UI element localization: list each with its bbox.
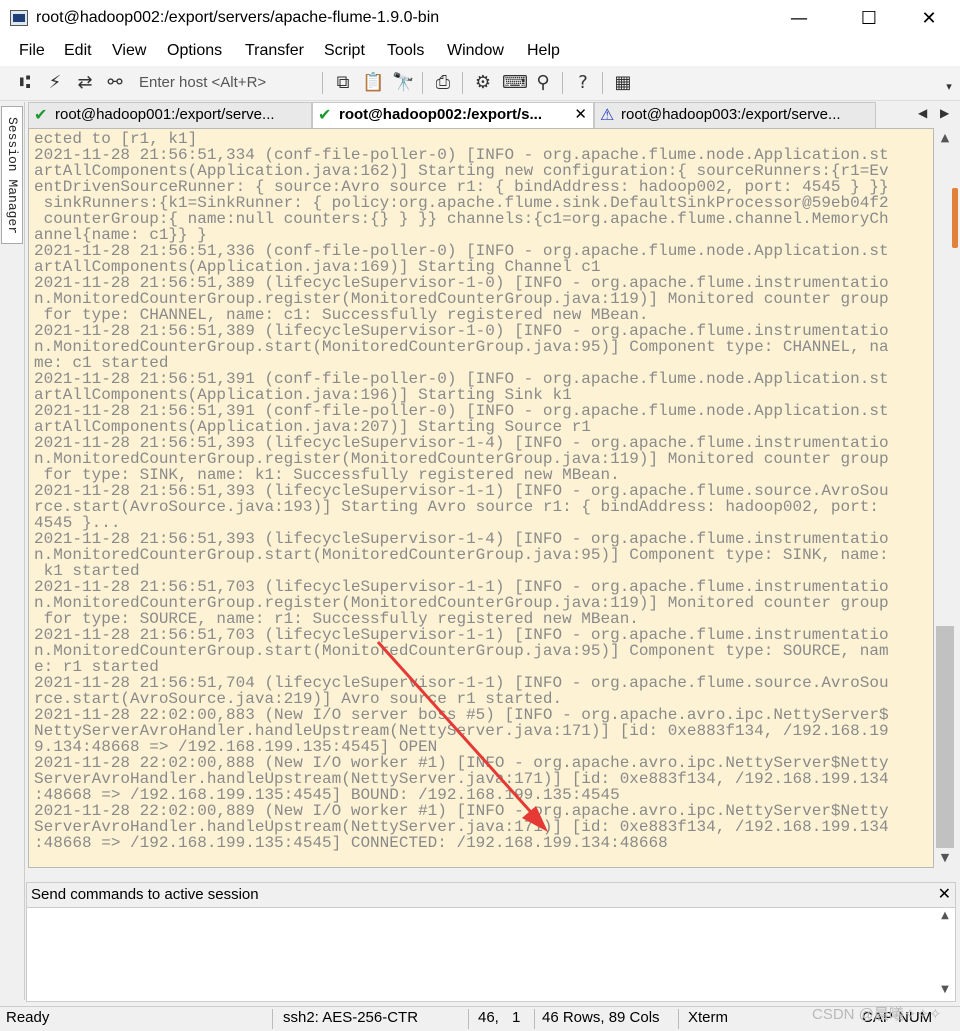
- close-window-button[interactable]: ✕: [906, 0, 952, 38]
- toolbar-separator: [602, 72, 603, 94]
- tab-next-icon[interactable]: ▶: [940, 106, 949, 120]
- tab-label: root@hadoop001:/export/serve...: [55, 106, 275, 123]
- command-input[interactable]: ▲ ▼: [26, 908, 956, 1002]
- tab-label: root@hadoop002:/export/s...: [339, 106, 542, 123]
- status-divider: [534, 1009, 535, 1029]
- tab-prev-icon[interactable]: ◀: [918, 106, 927, 120]
- terminal-line: n.MonitoredCounterGroup.start(MonitoredC…: [34, 546, 889, 564]
- tab-hadoop002[interactable]: ✔ root@hadoop002:/export/s... ✕: [312, 102, 594, 129]
- menu-tools[interactable]: Tools: [387, 42, 424, 60]
- toolbar-separator: [422, 72, 423, 94]
- scroll-up-icon[interactable]: ▲: [937, 910, 953, 921]
- status-emulation: Xterm: [688, 1009, 729, 1026]
- session-tabs: ✔ root@hadoop001:/export/serve... ✔ root…: [26, 102, 960, 129]
- status-divider: [468, 1009, 469, 1029]
- menu-options[interactable]: Options: [167, 42, 222, 60]
- help-icon[interactable]: ?: [572, 72, 594, 94]
- close-tab-icon[interactable]: ✕: [574, 105, 587, 123]
- tab-label: root@hadoop003:/export/serve...: [621, 106, 841, 123]
- copy-icon[interactable]: ⧉: [332, 72, 354, 94]
- session-manager-label: Session Manager: [5, 117, 20, 235]
- connected-check-icon: ✔: [318, 105, 332, 124]
- command-window-header: Send commands to active session ✕: [26, 882, 956, 908]
- enter-host-field[interactable]: Enter host <Alt+R>: [139, 74, 266, 91]
- settings-icon[interactable]: ⚙: [472, 72, 494, 94]
- status-size: 46 Rows, 89 Cols: [542, 1009, 660, 1026]
- minimize-button[interactable]: —: [776, 0, 822, 38]
- menu-help[interactable]: Help: [527, 42, 560, 60]
- securecrt-app-icon: [10, 10, 28, 26]
- terminal-line: rce.start(AvroSource.java:193)] Starting…: [34, 498, 879, 516]
- watermark: CSDN @晨曦✧✧✧: [812, 1006, 942, 1023]
- connect-icon[interactable]: ⑆: [14, 72, 36, 94]
- disconnect-icon[interactable]: ⚯: [104, 72, 126, 94]
- session-manager-sidebar: Session Manager: [0, 102, 25, 1000]
- warning-icon: ⚠: [600, 105, 615, 124]
- status-ready: Ready: [6, 1009, 50, 1026]
- status-col: 1: [512, 1009, 521, 1026]
- sftp-icon[interactable]: ⚲: [532, 72, 554, 94]
- print-icon[interactable]: ⎙: [432, 72, 454, 94]
- toolbar-separator: [562, 72, 563, 94]
- status-divider: [678, 1009, 679, 1029]
- toolbar-overflow-icon[interactable]: ▾: [938, 76, 960, 98]
- terminal-text: ected to [r1, k1] 2021-11-28 21:56:51,33…: [29, 129, 933, 851]
- status-cipher: ssh2: AES-256-CTR: [283, 1009, 419, 1026]
- toolbar-separator: [462, 72, 463, 94]
- scroll-down-icon[interactable]: ▼: [937, 984, 953, 995]
- menu-transfer[interactable]: Transfer: [245, 42, 304, 60]
- window-title: root@hadoop002:/export/servers/apache-fl…: [36, 9, 440, 26]
- reconnect-icon[interactable]: ⇄: [74, 72, 96, 94]
- close-command-window-icon[interactable]: ✕: [938, 884, 951, 903]
- terminal-output[interactable]: ected to [r1, k1] 2021-11-28 21:56:51,33…: [28, 128, 934, 868]
- screenshot-icon[interactable]: ▦: [612, 72, 634, 94]
- toolbar-separator: [322, 72, 323, 94]
- terminal-line: n.MonitoredCounterGroup.start(MonitoredC…: [34, 642, 889, 660]
- quick-connect-icon[interactable]: ⚡: [44, 72, 66, 94]
- scrollbar-thumb[interactable]: [936, 626, 954, 848]
- maximize-button[interactable]: ☐: [846, 0, 892, 38]
- find-icon[interactable]: 🔭: [392, 72, 414, 94]
- scroll-position-marker: [952, 188, 958, 248]
- menu-script[interactable]: Script: [324, 42, 365, 60]
- menu-view[interactable]: View: [112, 42, 146, 60]
- status-divider: [272, 1009, 273, 1029]
- keymap-icon[interactable]: ⌨: [502, 72, 528, 94]
- connected-check-icon: ✔: [34, 105, 48, 124]
- menu-window[interactable]: Window: [447, 42, 504, 60]
- tab-hadoop001[interactable]: ✔ root@hadoop001:/export/serve...: [28, 102, 312, 128]
- scroll-up-icon[interactable]: ▲: [934, 128, 956, 148]
- terminal-line: :48668 => /192.168.199.135:4545] CONNECT…: [34, 834, 668, 852]
- title-bar: root@hadoop002:/export/servers/apache-fl…: [0, 0, 960, 38]
- menu-bar: File Edit View Options Transfer Script T…: [0, 38, 960, 66]
- scroll-down-icon[interactable]: ▼: [934, 848, 956, 868]
- menu-edit[interactable]: Edit: [64, 42, 92, 60]
- tab-hadoop003[interactable]: ⚠ root@hadoop003:/export/serve...: [594, 102, 876, 128]
- status-row: 46,: [478, 1009, 499, 1026]
- paste-icon[interactable]: 📋: [362, 72, 384, 94]
- session-manager-tab[interactable]: Session Manager: [1, 106, 23, 244]
- command-window-label: Send commands to active session: [31, 886, 259, 903]
- menu-file[interactable]: File: [19, 42, 45, 60]
